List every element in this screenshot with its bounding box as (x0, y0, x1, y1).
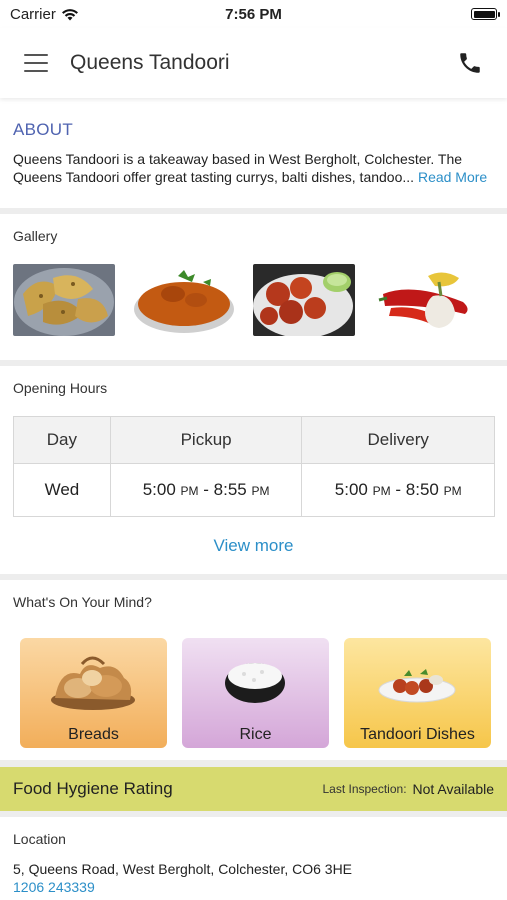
carrier-info: Carrier (10, 6, 79, 23)
carrier-label: Carrier (10, 5, 56, 23)
pickup-start: 5:00 (142, 480, 176, 499)
location-address: 5, Queens Road, West Bergholt, Colcheste… (13, 861, 353, 877)
last-inspection-label: Last Inspection: (322, 782, 407, 796)
gallery-title: Gallery (13, 228, 58, 244)
section-divider (0, 760, 507, 767)
delivery-end: 8:50 (405, 480, 439, 499)
section-divider (0, 208, 507, 214)
section-divider (0, 360, 507, 366)
wifi-icon (61, 8, 78, 20)
mind-title: What's On Your Mind? (13, 594, 152, 610)
gallery (13, 264, 475, 336)
read-more-link[interactable]: Read More (418, 169, 487, 185)
table-row: Wed 5:00 PM - 8:55 PM 5:00 PM - 8:50 PM (13, 463, 495, 517)
col-header-pickup: Pickup (109, 416, 303, 464)
view-more-link[interactable]: View more (0, 536, 507, 556)
category-card-breads[interactable]: Breads (20, 638, 167, 748)
opening-hours-table: Day Pickup Delivery Wed 5:00 PM - 8:55 P… (13, 416, 495, 517)
delivery-cell: 5:00 PM - 8:50 PM (301, 463, 495, 517)
hygiene-title: Food Hygiene Rating (13, 779, 173, 798)
page-title: Queens Tandoori (70, 51, 230, 74)
delivery-separator: - (395, 480, 402, 499)
about-description: Queens Tandoori is a takeaway based in W… (13, 151, 463, 185)
category-label: Rice (239, 726, 272, 743)
delivery-start-ampm: PM (372, 484, 391, 498)
section-divider (0, 811, 507, 817)
category-label: Tandoori Dishes (360, 726, 475, 743)
pickup-end: 8:55 (213, 480, 247, 499)
gallery-image-chillies[interactable] (373, 264, 475, 336)
pickup-cell: 5:00 PM - 8:55 PM (109, 463, 303, 517)
delivery-end-ampm: PM (443, 484, 462, 498)
pickup-end-ampm: PM (251, 484, 270, 498)
opening-hours-title: Opening Hours (13, 380, 108, 396)
about-title: ABOUT (13, 120, 74, 139)
about-section: ABOUT Queens Tandoori is a takeaway base… (13, 110, 497, 186)
col-header-delivery: Delivery (301, 416, 495, 464)
col-header-day: Day (13, 416, 111, 464)
category-cards: Breads Rice Tandoori Dishes (20, 638, 491, 748)
menu-icon[interactable] (24, 54, 48, 72)
about-text: Queens Tandoori is a takeaway based in W… (13, 150, 497, 186)
pickup-start-ampm: PM (180, 484, 199, 498)
gallery-image-curry[interactable] (133, 264, 235, 336)
gallery-image-tandoori[interactable] (253, 264, 355, 336)
status-bar: Carrier 7:56 PM (0, 0, 507, 28)
location-phone-link[interactable]: 1206 243339 (13, 879, 95, 895)
phone-icon[interactable] (457, 50, 483, 76)
tandoori-plate-icon (378, 669, 456, 703)
food-hygiene-banner: Food Hygiene Rating Last Inspection: Not… (0, 767, 507, 811)
location-title: Location (13, 831, 66, 847)
last-inspection-value: Not Available (412, 781, 494, 797)
category-card-tandoori-dishes[interactable]: Tandoori Dishes (344, 638, 491, 748)
bread-basket-icon (51, 656, 135, 710)
category-label: Breads (68, 726, 119, 743)
delivery-start: 5:00 (334, 480, 368, 499)
gallery-image-naan[interactable] (13, 264, 115, 336)
section-divider (0, 574, 507, 580)
rice-bowl-icon (225, 663, 285, 703)
table-header-row: Day Pickup Delivery (13, 416, 495, 464)
pickup-separator: - (203, 480, 209, 499)
app-header: Queens Tandoori (0, 28, 507, 98)
battery-icon (471, 8, 500, 20)
day-cell: Wed (13, 463, 111, 517)
category-card-rice[interactable]: Rice (182, 638, 329, 748)
